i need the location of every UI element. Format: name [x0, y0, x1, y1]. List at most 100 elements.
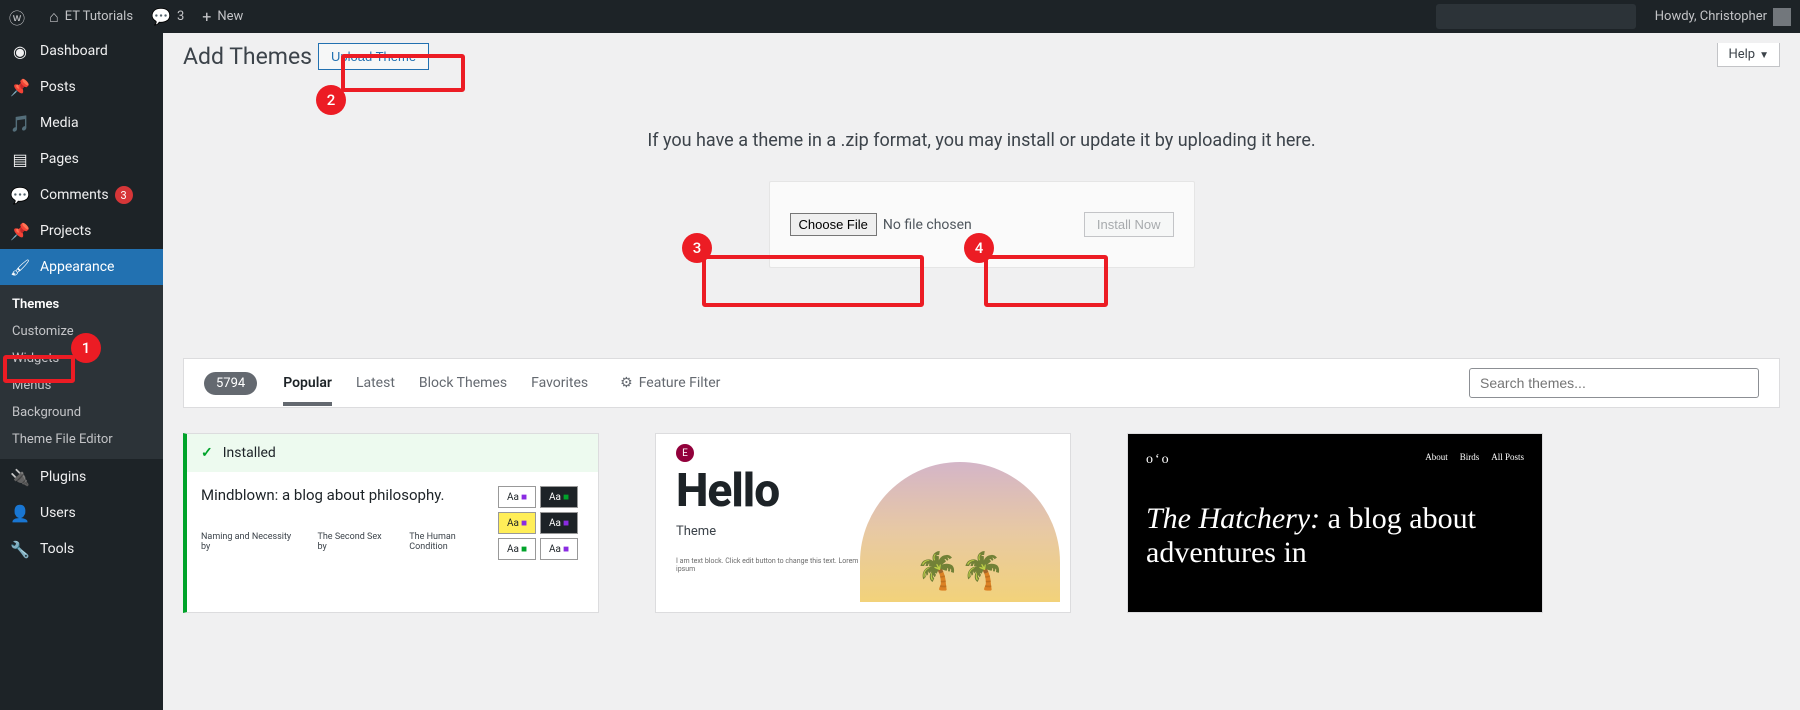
theme-preview-logo: oʻo	[1146, 452, 1171, 468]
submenu-customize[interactable]: Customize	[0, 318, 163, 345]
nav-link: Birds	[1460, 452, 1480, 462]
sidebar-label: Comments	[40, 187, 109, 203]
submenu-menus[interactable]: Menus	[0, 372, 163, 399]
howdy-text: Howdy, Christopher	[1655, 9, 1767, 24]
gear-icon: ⚙	[620, 375, 633, 391]
swatch-text: Aa	[507, 518, 519, 529]
installed-banner: ✓Installed	[187, 434, 598, 472]
site-name: ET Tutorials	[65, 9, 133, 24]
brush-icon: 🖌	[10, 258, 30, 277]
submenu-theme-file-editor[interactable]: Theme File Editor	[0, 426, 163, 453]
swatch-text: Aa	[549, 544, 561, 555]
sidebar-item-users[interactable]: 👤 Users	[0, 495, 163, 531]
help-tab[interactable]: Help ▼	[1717, 43, 1780, 67]
theme-preview-heading: Mindblown: a blog about philosophy.	[201, 486, 492, 504]
sidebar-label: Dashboard	[40, 43, 108, 59]
adminbar-search[interactable]	[1436, 4, 1636, 29]
sidebar-label: Plugins	[40, 469, 86, 485]
theme-preview-heading: The Hatchery: a blog about adventures in	[1146, 502, 1524, 570]
preview-col: The Human Condition	[409, 532, 492, 552]
upload-instruction: If you have a theme in a .zip format, yo…	[183, 130, 1780, 151]
filter-popular[interactable]: Popular	[271, 375, 344, 391]
filter-favorites[interactable]: Favorites	[519, 375, 600, 391]
swatch-text: Aa	[507, 544, 519, 555]
comment-icon: 💬	[10, 186, 30, 205]
upload-form: Choose File No file chosen Install Now	[769, 181, 1195, 268]
comments-badge: 3	[115, 186, 133, 204]
theme-preview-image: 🌴🌴	[860, 462, 1060, 602]
sidebar-item-media[interactable]: 🎵 Media	[0, 105, 163, 141]
preview-col: Naming and Necessity by	[201, 532, 297, 552]
sidebar-label: Pages	[40, 151, 79, 167]
page-title: Add Themes	[183, 43, 312, 70]
users-icon: 👤	[10, 504, 30, 523]
account-link[interactable]: Howdy, Christopher	[1646, 0, 1800, 33]
choose-file-button[interactable]: Choose File	[790, 213, 877, 236]
new-label: New	[217, 9, 243, 24]
theme-grid: ✓Installed Mindblown: a blog about philo…	[183, 433, 1780, 613]
filter-block-themes[interactable]: Block Themes	[407, 375, 519, 391]
site-link[interactable]: ⌂ ET Tutorials	[40, 0, 142, 33]
pin-icon: 📌	[10, 222, 30, 241]
palm-icon: 🌴🌴	[915, 550, 1005, 592]
swatch-text: Aa	[507, 492, 519, 503]
page-icon: ▤	[10, 150, 30, 169]
sidebar-item-comments[interactable]: 💬 Comments 3	[0, 177, 163, 213]
chevron-down-icon: ▼	[1759, 50, 1769, 61]
feature-filter-label: Feature Filter	[639, 375, 721, 391]
new-link[interactable]: + New	[193, 0, 252, 33]
feature-filter-toggle[interactable]: ⚙ Feature Filter	[620, 375, 720, 391]
home-icon: ⌂	[49, 7, 59, 27]
elementor-icon: E	[676, 444, 694, 462]
sidebar-label: Users	[40, 505, 76, 521]
dashboard-icon: ◉	[10, 42, 30, 61]
install-now-button[interactable]: Install Now	[1084, 212, 1174, 237]
media-icon: 🎵	[10, 114, 30, 133]
pin-icon: 📌	[10, 78, 30, 97]
preview-col: The Second Sex by	[317, 532, 389, 552]
submenu-themes[interactable]: Themes	[0, 291, 163, 318]
file-chosen-label: No file chosen	[883, 217, 972, 233]
theme-card[interactable]: E Hello Theme I am text block. Click edi…	[655, 433, 1071, 613]
theme-count: 5794	[204, 372, 257, 395]
swatch-text: Aa	[549, 518, 561, 529]
theme-title-em: The Hatchery:	[1146, 502, 1320, 535]
sidebar-item-tools[interactable]: 🔧Tools	[0, 531, 163, 567]
theme-card[interactable]: oʻo About Birds All Posts The Hatchery: …	[1127, 433, 1543, 613]
sidebar-label: Appearance	[40, 259, 114, 275]
comment-icon: 💬	[151, 7, 171, 26]
wordpress-icon: ⓦ	[9, 5, 25, 29]
theme-preview-nav: About Birds All Posts	[1146, 452, 1524, 462]
sidebar-item-pages[interactable]: ▤ Pages	[0, 141, 163, 177]
filter-latest[interactable]: Latest	[344, 375, 407, 391]
sidebar-item-posts[interactable]: 📌 Posts	[0, 69, 163, 105]
submenu-background[interactable]: Background	[0, 399, 163, 426]
avatar	[1773, 8, 1791, 26]
search-themes-input[interactable]	[1469, 368, 1759, 398]
upload-theme-button[interactable]: Upload Theme	[318, 43, 429, 70]
sidebar-label: Tools	[40, 541, 74, 557]
help-label: Help	[1728, 47, 1755, 62]
plug-icon: 🔌	[10, 468, 30, 487]
sidebar-item-appearance[interactable]: 🖌 Appearance	[0, 249, 163, 285]
comments-link[interactable]: 💬3	[142, 0, 193, 33]
theme-card[interactable]: ✓Installed Mindblown: a blog about philo…	[183, 433, 599, 613]
sidebar-item-plugins[interactable]: 🔌 Plugins	[0, 459, 163, 495]
appearance-submenu: Themes Customize Widgets Menus Backgroun…	[0, 285, 163, 459]
sidebar-label: Media	[40, 115, 79, 131]
installed-label: Installed	[223, 445, 276, 461]
theme-filter-bar: 5794 Popular Latest Block Themes Favorit…	[183, 358, 1780, 408]
wp-logo[interactable]: ⓦ	[0, 0, 40, 33]
nav-link: About	[1425, 452, 1448, 462]
filter-links: Popular Latest Block Themes Favorites	[271, 375, 600, 391]
admin-sidebar: ◉ Dashboard 📌 Posts 🎵 Media ▤ Pages 💬 Comment…	[0, 33, 163, 710]
submenu-widgets[interactable]: Widgets	[0, 345, 163, 372]
sidebar-item-dashboard[interactable]: ◉ Dashboard	[0, 33, 163, 69]
nav-link: All Posts	[1491, 452, 1524, 462]
page-body: Help ▼ Add Themes Upload Theme If you hav…	[163, 33, 1800, 710]
style-swatches: Aa■Aa■ Aa■Aa■ Aa■Aa■	[498, 486, 584, 560]
sidebar-item-projects[interactable]: 📌 Projects	[0, 213, 163, 249]
plus-icon: +	[202, 7, 211, 26]
sidebar-label: Projects	[40, 223, 91, 239]
sidebar-label: Posts	[40, 79, 76, 95]
